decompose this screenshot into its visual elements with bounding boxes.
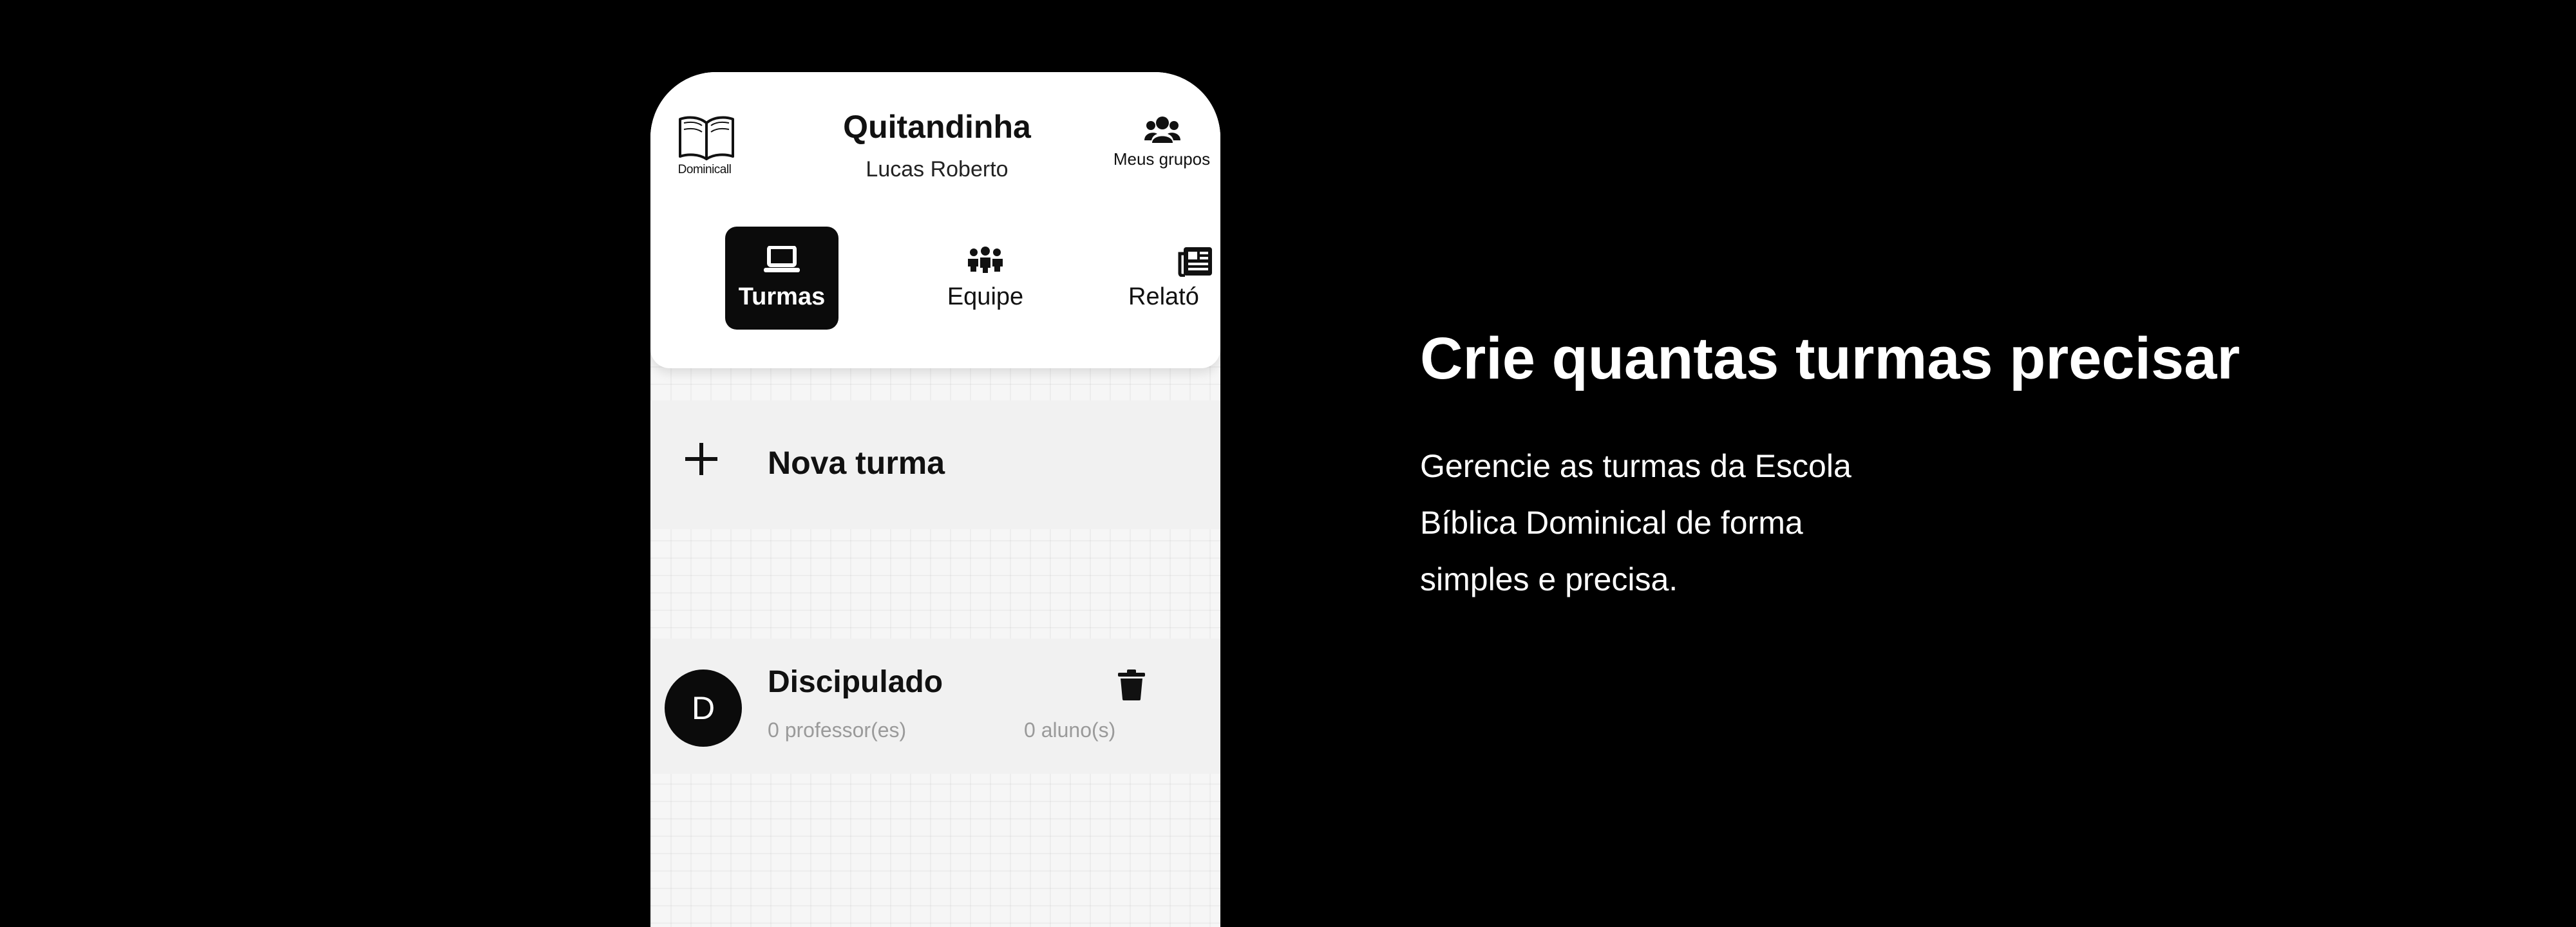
tab-relatorios[interactable]: Relató <box>1119 227 1220 330</box>
my-groups-label: Meus grupos <box>1113 149 1211 169</box>
phone-mockup: Nova turma D Discipulado 0 professor(es)… <box>650 72 1220 927</box>
hero-title: Crie quantas turmas precisar <box>1420 326 2240 391</box>
tab-label: Relató <box>1128 283 1199 310</box>
new-class-button[interactable]: Nova turma <box>650 400 1220 529</box>
trash-icon[interactable] <box>1118 670 1145 700</box>
tab-equipe[interactable]: Equipe <box>927 227 1043 330</box>
class-teacher-count: 0 professor(es) <box>768 718 907 742</box>
app-logo: Dominicall <box>671 114 738 185</box>
plus-icon <box>685 443 717 475</box>
team-icon <box>968 247 1003 273</box>
hero-description: Gerencie as turmas da Escola Bíblica Dom… <box>1420 438 2064 608</box>
tab-label: Turmas <box>738 283 826 310</box>
screen: Nova turma D Discipulado 0 professor(es)… <box>0 0 2576 927</box>
tab-label: Equipe <box>947 283 1024 310</box>
app-header: Dominicall Quitandinha Lucas Roberto Meu… <box>650 72 1220 368</box>
users-icon <box>1144 117 1180 143</box>
hero-line: Gerencie as turmas da Escola <box>1420 448 1852 484</box>
book-icon <box>679 116 734 160</box>
class-student-count: 0 aluno(s) <box>1024 718 1116 742</box>
laptop-icon <box>764 246 800 272</box>
logo-caption: Dominicall <box>677 163 732 176</box>
new-class-label: Nova turma <box>768 445 945 481</box>
tab-turmas[interactable]: Turmas <box>725 227 838 330</box>
class-avatar: D <box>665 670 742 747</box>
hero-line: Bíblica Dominical de forma <box>1420 505 1803 541</box>
my-groups-button[interactable]: Meus grupos <box>1110 116 1213 180</box>
hero-line: simples e precisa. <box>1420 561 1678 597</box>
class-name: Discipulado <box>768 665 943 699</box>
newspaper-icon <box>1178 247 1212 277</box>
class-list-item[interactable]: D Discipulado 0 professor(es) 0 aluno(s) <box>650 639 1220 774</box>
group-title: Quitandinha <box>843 109 1031 145</box>
user-name: Lucas Roberto <box>866 157 1009 182</box>
